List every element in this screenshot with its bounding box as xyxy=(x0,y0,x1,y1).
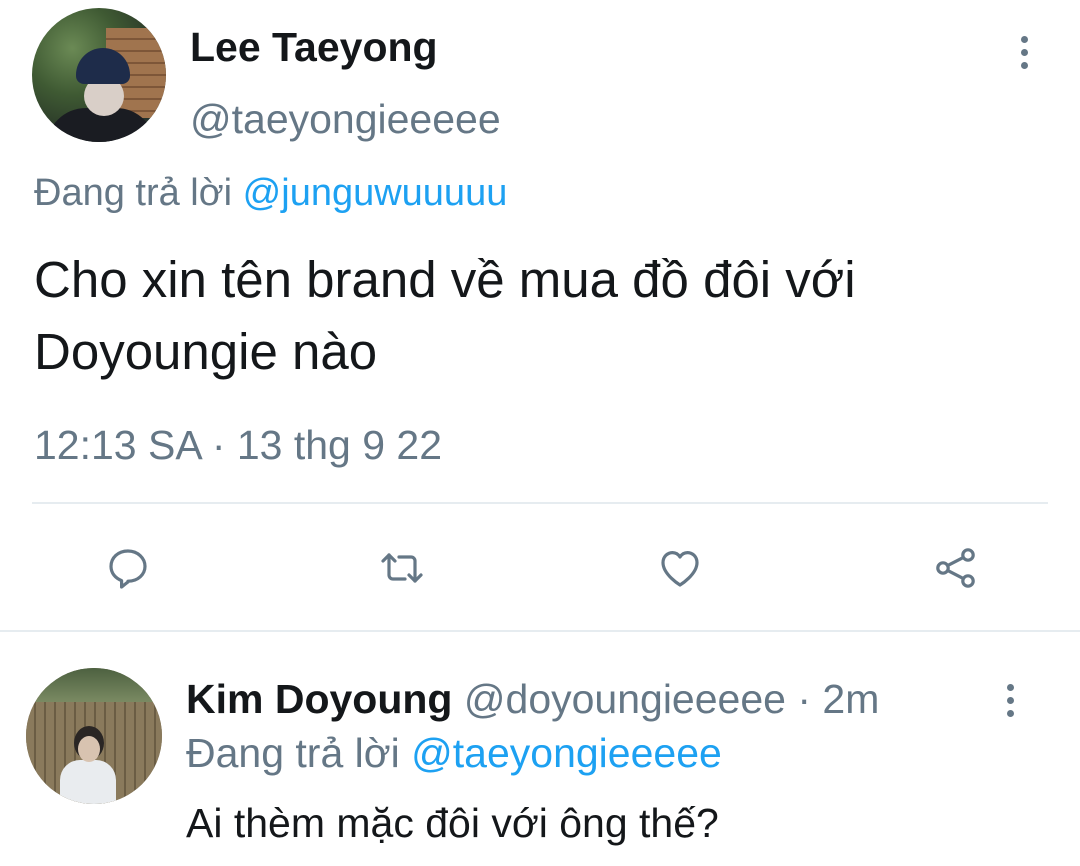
retweet-icon xyxy=(381,553,423,583)
share-icon xyxy=(936,548,975,588)
replying-to-mention[interactable]: @junguwuuuuu xyxy=(243,172,508,214)
more-options-icon[interactable] xyxy=(996,680,1024,720)
replying-to-label: Đang trả lời xyxy=(186,730,400,776)
author-handle[interactable]: @taeyongieeeee xyxy=(190,96,501,143)
divider xyxy=(32,502,1048,504)
avatar[interactable] xyxy=(32,8,166,142)
tweet-text: Ai thèm mặc đôi với ông thế? xyxy=(186,800,719,846)
replying-to-mention[interactable]: @taeyongieeeee xyxy=(411,730,722,776)
like-icon xyxy=(661,551,699,587)
reply-header: Kim Doyoung @doyoungieeeee · 2m xyxy=(186,676,879,723)
reply-tweet[interactable]: Kim Doyoung @doyoungieeeee · 2m Đang trả… xyxy=(0,632,1080,866)
like-button[interactable] xyxy=(652,540,708,596)
author-name[interactable]: Kim Doyoung xyxy=(186,676,452,722)
reply-icon xyxy=(109,549,147,589)
tweet-time[interactable]: 2m xyxy=(822,676,879,722)
avatar[interactable] xyxy=(26,668,162,804)
separator: · xyxy=(797,676,812,722)
author-handle[interactable]: @doyoungieeeee xyxy=(464,676,786,722)
tweet-timestamp[interactable]: 12:13 SA · 13 thg 9 22 xyxy=(34,422,442,469)
tweet-text: Cho xin tên brand về mua đồ đôi với Doyo… xyxy=(34,251,856,380)
author-name[interactable]: Lee Taeyong xyxy=(190,24,438,71)
main-tweet: Lee Taeyong @taeyongieeeee Đang trả lời … xyxy=(0,0,1080,632)
more-options-icon[interactable] xyxy=(1010,32,1038,72)
replying-to: Đang trả lời @taeyongieeeee xyxy=(186,730,722,777)
replying-to: Đang trả lời @junguwuuuuu xyxy=(34,172,507,215)
retweet-button[interactable] xyxy=(374,540,430,596)
reply-button[interactable] xyxy=(100,540,156,596)
replying-to-label: Đang trả lời xyxy=(34,172,233,214)
share-button[interactable] xyxy=(928,540,984,596)
